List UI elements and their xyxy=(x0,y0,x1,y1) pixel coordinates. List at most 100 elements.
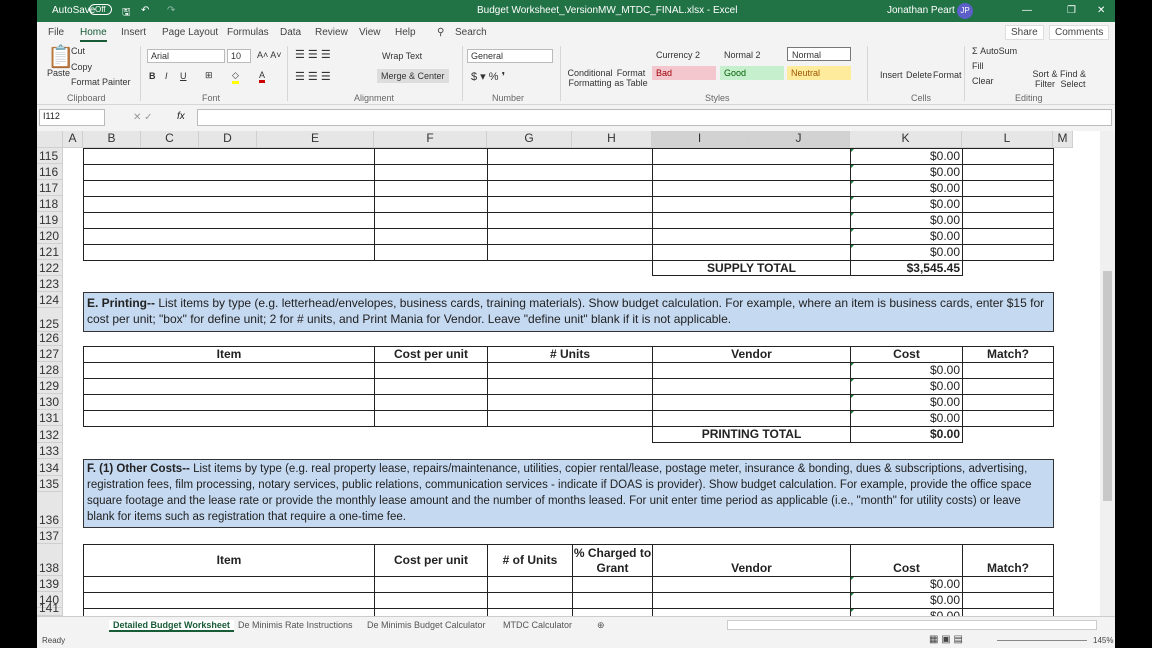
table-cell[interactable] xyxy=(83,362,375,379)
table-cell[interactable] xyxy=(652,592,851,609)
cost-cell[interactable]: $0.00 xyxy=(850,592,963,609)
table-cell[interactable] xyxy=(374,576,488,593)
merge-center-button[interactable]: Merge & Center xyxy=(377,69,449,83)
row-header-125[interactable]: 125 xyxy=(37,308,63,332)
style-currency-2[interactable]: Currency 2 xyxy=(652,48,716,62)
column-header-C[interactable]: C xyxy=(141,131,199,148)
table-cell[interactable] xyxy=(374,410,488,427)
tab-view[interactable]: View xyxy=(359,27,381,38)
table-cell[interactable] xyxy=(374,164,488,181)
table-cell[interactable] xyxy=(487,592,573,609)
insert-function-icon[interactable]: fx xyxy=(177,111,185,122)
table-cell[interactable] xyxy=(83,378,375,395)
table-cell[interactable] xyxy=(83,394,375,411)
table-cell[interactable] xyxy=(374,362,488,379)
save-icon[interactable]: 🖫 xyxy=(122,5,131,22)
table-cell[interactable] xyxy=(962,410,1054,427)
cost-cell[interactable]: $0.00 xyxy=(850,148,963,165)
tab-review[interactable]: Review xyxy=(315,27,348,38)
column-header-F[interactable]: F xyxy=(374,131,487,148)
row-header-127[interactable]: 127 xyxy=(37,346,63,362)
table-cell[interactable] xyxy=(487,148,653,165)
style-normal[interactable]: Normal xyxy=(787,47,851,61)
delete-cells-button[interactable]: Delete xyxy=(906,70,932,80)
table-cell[interactable] xyxy=(374,228,488,245)
table-cell[interactable] xyxy=(83,164,375,181)
formula-input[interactable] xyxy=(197,109,1112,126)
table-cell[interactable] xyxy=(487,164,653,181)
column-header-B[interactable]: B xyxy=(83,131,141,148)
cost-cell[interactable]: $0.00 xyxy=(850,196,963,213)
format-painter-button[interactable]: Format Painter xyxy=(71,77,131,87)
font-grow-icon[interactable]: A˄ A˅ xyxy=(257,50,282,60)
row-header-120[interactable]: 120 xyxy=(37,228,63,244)
column-header-M[interactable]: M xyxy=(1053,131,1073,148)
column-header-K[interactable]: K xyxy=(850,131,962,148)
table-cell[interactable] xyxy=(962,378,1054,395)
column-header-J[interactable]: J xyxy=(748,131,850,148)
table-cell[interactable] xyxy=(83,592,375,609)
column-header-D[interactable]: D xyxy=(199,131,257,148)
table-cell[interactable] xyxy=(652,362,851,379)
row-header-139[interactable]: 139 xyxy=(37,576,63,592)
style-neutral[interactable]: Neutral xyxy=(787,66,851,80)
table-cell[interactable] xyxy=(487,244,653,261)
spreadsheet-grid[interactable]: A B C D E F G H I J K L M 115 116 117 118 119 120 121 122 123… xyxy=(37,131,1100,616)
format-as-table-button[interactable]: Format as Table xyxy=(613,68,649,88)
row-header-131[interactable]: 131 xyxy=(37,410,63,426)
row-header-116[interactable]: 116 xyxy=(37,164,63,180)
underline-button[interactable]: U xyxy=(180,71,187,81)
row-header-115[interactable]: 115 xyxy=(37,148,63,164)
table-cell[interactable] xyxy=(374,212,488,229)
fill-color-icon[interactable]: ◇ xyxy=(232,70,239,84)
table-cell[interactable] xyxy=(487,378,653,395)
table-cell[interactable] xyxy=(652,378,851,395)
row-header-129[interactable]: 129 xyxy=(37,378,63,394)
name-box[interactable]: I112 xyxy=(39,109,105,126)
table-cell[interactable] xyxy=(83,180,375,197)
column-header-H[interactable]: H xyxy=(572,131,652,148)
cost-cell[interactable]: $0.00 xyxy=(850,394,963,411)
row-header-135[interactable]: 135 xyxy=(37,476,63,492)
table-cell[interactable] xyxy=(652,196,851,213)
row-header-119[interactable]: 119 xyxy=(37,212,63,228)
bold-button[interactable]: B xyxy=(149,71,156,81)
row-header-123[interactable]: 123 xyxy=(37,276,63,292)
table-cell[interactable] xyxy=(572,608,653,616)
search-icon[interactable]: ⚲ xyxy=(437,27,444,38)
table-cell[interactable] xyxy=(652,228,851,245)
table-cell[interactable] xyxy=(962,244,1054,261)
table-cell[interactable] xyxy=(572,576,653,593)
table-cell[interactable] xyxy=(962,180,1054,197)
table-cell[interactable] xyxy=(652,394,851,411)
column-header-E[interactable]: E xyxy=(257,131,374,148)
row-header-121[interactable]: 121 xyxy=(37,244,63,260)
sheet-tab-de-minimis-calculator[interactable]: De Minimis Budget Calculator xyxy=(367,620,486,630)
table-cell[interactable] xyxy=(652,164,851,181)
table-cell[interactable] xyxy=(83,212,375,229)
column-header-A[interactable]: A xyxy=(63,131,83,148)
tab-formulas[interactable]: Formulas xyxy=(227,27,269,38)
normal-view-icon[interactable]: ▦ ▣ ▤ xyxy=(929,634,963,645)
table-cell[interactable] xyxy=(962,362,1054,379)
table-cell[interactable] xyxy=(374,394,488,411)
table-cell[interactable] xyxy=(487,212,653,229)
italic-button[interactable]: I xyxy=(165,71,168,81)
currency-icon[interactable]: $ ▾ % ❜ xyxy=(471,70,505,83)
align-top-icon[interactable]: ☰ ☰ ☰ xyxy=(295,48,331,61)
table-cell[interactable] xyxy=(83,196,375,213)
search-box[interactable]: Search xyxy=(455,27,487,38)
table-cell[interactable] xyxy=(83,608,375,616)
table-cell[interactable] xyxy=(962,212,1054,229)
avatar[interactable]: JP xyxy=(957,3,973,19)
font-color-icon[interactable]: A xyxy=(259,70,266,83)
row-header-132[interactable]: 132 xyxy=(37,426,63,443)
tab-data[interactable]: Data xyxy=(280,27,301,38)
table-cell[interactable] xyxy=(487,180,653,197)
sheet-tab-detailed-budget[interactable]: Detailed Budget Worksheet xyxy=(109,620,234,632)
table-cell[interactable] xyxy=(652,212,851,229)
table-cell[interactable] xyxy=(83,244,375,261)
wrap-text-button[interactable]: Wrap Text xyxy=(382,51,422,61)
table-cell[interactable] xyxy=(487,362,653,379)
table-cell[interactable] xyxy=(962,592,1054,609)
